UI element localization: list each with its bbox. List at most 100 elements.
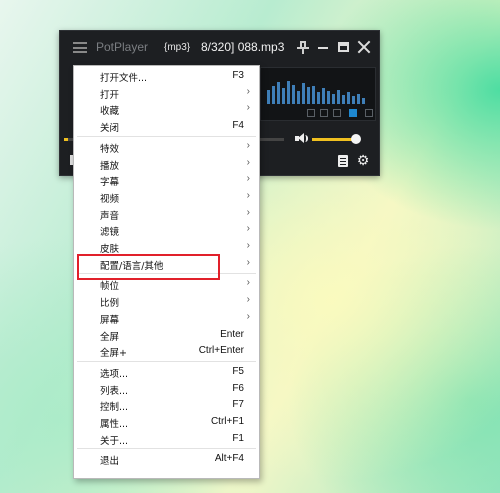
spectrum-bar <box>347 92 350 104</box>
title-bar[interactable]: PotPlayer {mp3} 8/320] 088.mp3 <box>60 31 379 65</box>
menu-item[interactable]: 声音 › <box>74 206 259 222</box>
playlist-icon[interactable] <box>338 155 348 167</box>
viz-mode-button[interactable] <box>307 109 315 117</box>
menu-item[interactable]: 配置/语言/其他 › <box>74 256 259 272</box>
menu-item[interactable]: 屏幕 › <box>74 310 259 326</box>
menu-item-label: 选项... <box>100 368 129 380</box>
context-menu[interactable]: 打开文件... F3 打开 › 收藏 › 关闭 F4 特效 › 播放 › 字幕 › 视频 › 声音 › 滤镜 › 皮肤 ›… <box>73 65 260 479</box>
menu-item-label: 字幕 <box>100 177 120 189</box>
spectrum-bar <box>267 89 270 104</box>
menu-item[interactable]: 字幕 › <box>74 172 259 188</box>
menu-item[interactable]: 关闭 F4 <box>74 118 259 134</box>
menu-item-label: 控制... <box>100 402 129 414</box>
menu-item-label: 滤镜 <box>100 227 120 239</box>
menu-item-shortcut: Enter <box>220 328 244 340</box>
viz-mode-button[interactable] <box>320 109 328 117</box>
menu-item[interactable]: 打开文件... F3 <box>74 68 259 84</box>
spectrum-bar <box>297 91 300 104</box>
menu-item[interactable]: 全屏 Enter <box>74 327 259 343</box>
volume-fill <box>312 138 356 141</box>
spectrum-bar <box>272 85 275 104</box>
submenu-arrow-icon: › <box>246 256 250 268</box>
submenu-arrow-icon: › <box>246 206 250 218</box>
menu-item[interactable]: 打开 › <box>74 85 259 101</box>
menu-item[interactable]: 皮肤 › <box>74 239 259 255</box>
menu-item-label: 视频 <box>100 193 120 205</box>
menu-item-label: 属性... <box>100 419 129 430</box>
spectrum-bar <box>287 80 290 104</box>
viz-mode-button[interactable] <box>333 109 341 117</box>
volume-icon[interactable] <box>295 132 309 145</box>
volume-knob[interactable] <box>350 134 361 144</box>
spectrum-bars <box>267 78 371 104</box>
menu-item[interactable]: 比例 › <box>74 293 259 309</box>
viz-mode-button-active[interactable] <box>349 109 357 117</box>
menu-item-label: 打开文件... <box>100 73 148 84</box>
menu-item-label: 屏幕 <box>100 314 120 326</box>
menu-item[interactable]: 控制... F7 <box>74 397 259 413</box>
menu-item[interactable]: 全屏+ Ctrl+Enter <box>74 343 259 359</box>
close-icon[interactable] <box>357 40 371 54</box>
menu-item[interactable]: 列表... F6 <box>74 381 259 397</box>
submenu-arrow-icon: › <box>246 240 250 251</box>
spectrum-bar <box>312 85 315 104</box>
submenu-arrow-icon: › <box>246 173 250 185</box>
menu-item-label: 播放 <box>100 160 120 172</box>
spectrum-bar <box>352 96 355 104</box>
volume-slider[interactable] <box>312 134 361 144</box>
submenu-arrow-icon: › <box>246 102 250 114</box>
seek-bar-fill <box>64 138 69 141</box>
menu-item[interactable]: 属性... Ctrl+F1 <box>74 414 259 430</box>
menu-item-label: 帧位 <box>100 281 120 293</box>
menu-item[interactable]: 收藏 › <box>74 101 259 117</box>
menu-item-label: 关于... <box>100 435 129 447</box>
minimize-icon[interactable] <box>318 47 328 49</box>
menu-item[interactable]: 退出 Alt+F4 <box>74 451 259 467</box>
menu-item-shortcut: Ctrl+F1 <box>210 416 244 427</box>
menu-item[interactable]: 滤镜 › <box>74 222 259 238</box>
submenu-arrow-icon: › <box>246 189 250 201</box>
spectrum-bar <box>277 81 280 104</box>
menu-item-label: 配置/语言/其他 <box>100 260 164 272</box>
menu-item-label: 皮肤 <box>100 244 120 255</box>
menu-item-label: 声音 <box>100 210 120 222</box>
menu-separator <box>77 135 256 137</box>
spectrum-bar <box>362 97 365 104</box>
menu-item-label: 比例 <box>100 298 120 310</box>
menu-item[interactable]: 关于... F1 <box>74 431 259 447</box>
menu-item-shortcut: F1 <box>232 432 244 444</box>
menu-item-label: 全屏+ <box>100 348 127 360</box>
menu-item-label: 关闭 <box>100 123 120 135</box>
spectrum-bar <box>307 87 310 104</box>
spectrum-bar <box>322 88 325 104</box>
pin-icon[interactable] <box>297 41 309 55</box>
menu-item[interactable]: 帧位 › <box>74 276 259 292</box>
menu-item-label: 打开 <box>100 89 120 101</box>
visualizer-panel <box>260 67 376 121</box>
menu-item-shortcut: F6 <box>232 382 244 394</box>
submenu-arrow-icon: › <box>246 156 250 168</box>
menu-item-label: 全屏 <box>100 331 120 343</box>
submenu-arrow-icon: › <box>246 277 250 289</box>
menu-separator <box>77 448 256 450</box>
hamburger-menu-icon[interactable] <box>73 42 87 53</box>
spectrum-bar <box>282 88 285 104</box>
menu-item[interactable]: 特效 › <box>74 139 259 155</box>
spectrum-bar <box>327 91 330 104</box>
maximize-icon[interactable] <box>338 42 349 52</box>
spectrum-bar <box>332 93 335 104</box>
settings-gear-icon[interactable]: ⚙ <box>356 154 370 168</box>
file-extension: {mp3} <box>164 42 191 53</box>
file-name: 8/320] 088.mp3 <box>201 40 285 54</box>
menu-item[interactable]: 播放 › <box>74 156 259 172</box>
menu-item-label: 列表... <box>100 385 129 397</box>
menu-item-label: 特效 <box>100 143 120 155</box>
submenu-arrow-icon: › <box>246 310 250 322</box>
menu-item-shortcut: F7 <box>232 399 244 411</box>
menu-item[interactable]: 选项... F5 <box>74 364 259 380</box>
menu-item-label: 退出 <box>100 456 120 468</box>
menu-item-shortcut: F4 <box>232 120 244 132</box>
spectrum-bar <box>302 83 305 104</box>
viz-mode-button[interactable] <box>365 109 373 117</box>
menu-item[interactable]: 视频 › <box>74 189 259 205</box>
